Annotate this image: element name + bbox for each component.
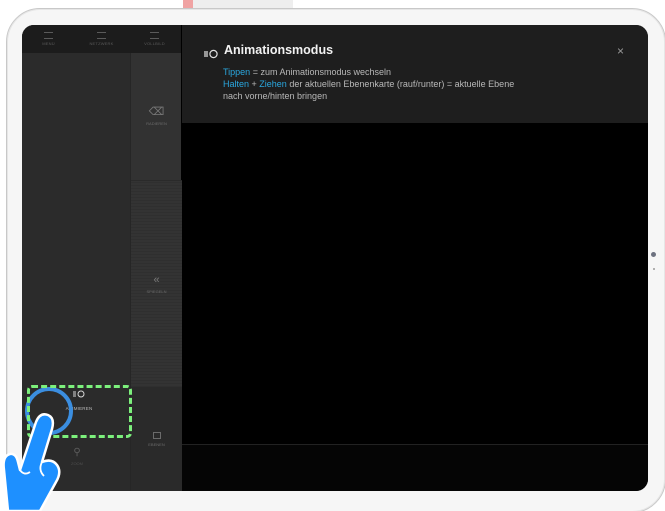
erase-tool-button[interactable]: ⌫ RADIEREN — [131, 53, 182, 181]
menu-icon — [44, 32, 53, 39]
tool-column: ⌫ RADIEREN « SPIEGELN EBENEN — [130, 53, 182, 491]
popup-line-2: Halten + Ziehen der aktuellen Ebenenkart… — [223, 78, 633, 90]
wifi-icon — [97, 32, 106, 39]
plus-sign: + — [249, 79, 260, 89]
network-tab[interactable]: NETZWERK — [75, 25, 128, 53]
camera-icon — [651, 252, 656, 257]
network-tab-label: NETZWERK — [89, 41, 114, 46]
mirror-tool-label: SPIEGELN — [146, 288, 167, 294]
sensor-dot — [653, 268, 655, 270]
drag-keyword: Ziehen — [259, 79, 287, 89]
fullscreen-tab[interactable]: VOLLBILD — [128, 25, 181, 53]
erase-tool-label: RADIEREN — [146, 121, 167, 126]
eraser-icon: ⌫ — [148, 106, 165, 118]
popup-line-3: nach vorne/hinten bringen — [223, 91, 328, 101]
fullscreen-tab-label: VOLLBILD — [144, 41, 165, 46]
layer-square-icon — [152, 432, 161, 439]
close-icon[interactable]: × — [617, 44, 624, 58]
help-popup: Animationsmodus × Tippen = zum Animation… — [182, 25, 648, 123]
menu-tab-label: MENÜ — [42, 41, 55, 46]
layer-tool-button[interactable]: EBENEN — [131, 388, 182, 491]
menu-tab[interactable]: MENÜ — [22, 25, 75, 53]
mirror-tool-button[interactable]: « SPIEGELN — [131, 181, 182, 388]
bottom-bar — [182, 444, 648, 491]
tap-keyword: Tippen — [223, 67, 251, 77]
sidebar-top-tabs: MENÜ NETZWERK VOLLBILD — [22, 25, 181, 53]
popup-description: Tippen = zum Animationsmodus wechseln Ha… — [223, 66, 633, 102]
popup-line-2-text: der aktuellen Ebenenkarte (rauf/runter) … — [286, 79, 515, 89]
pointing-hand-icon — [2, 413, 61, 511]
popup-line-1-text: = zum Animationsmodus wechseln — [250, 67, 392, 77]
popup-line-1: Tippen = zum Animationsmodus wechseln — [223, 66, 633, 78]
double-chevron-left-icon: « — [153, 273, 160, 286]
popup-title: Animationsmodus — [224, 43, 334, 57]
tutorial-stage: MENÜ NETZWERK VOLLBILD ⌫ RADIEREN « SPIE… — [0, 0, 665, 511]
fullscreen-icon — [150, 32, 159, 39]
hold-keyword: Halten — [223, 79, 250, 89]
animation-mode-icon — [204, 46, 218, 59]
layer-tool-label: EBENEN — [148, 442, 165, 447]
